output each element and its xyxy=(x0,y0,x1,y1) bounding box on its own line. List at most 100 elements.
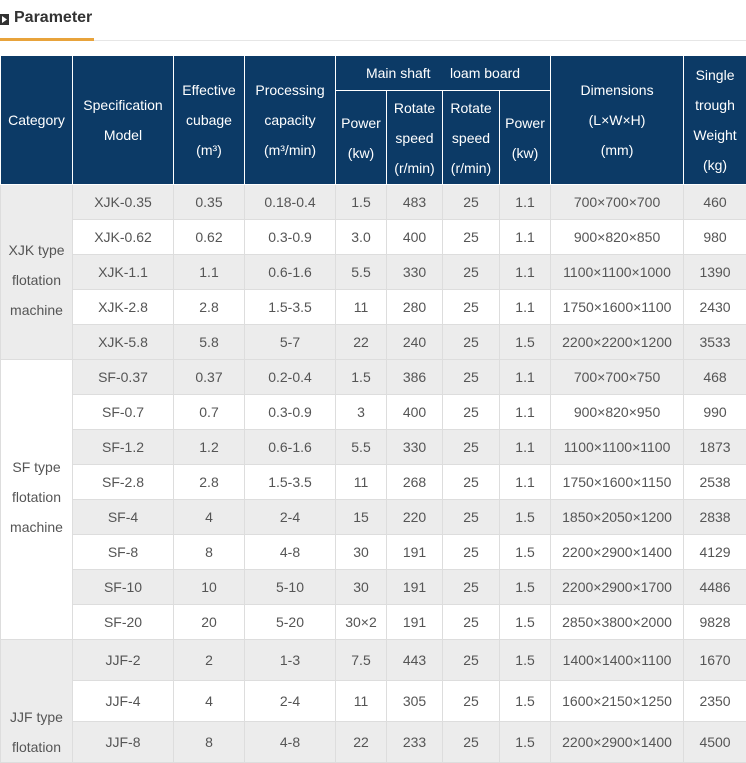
table-cell: 10 xyxy=(174,570,245,605)
table-cell: 25 xyxy=(443,430,500,465)
table-cell: 2838 xyxy=(684,500,746,535)
table-cell: 30 xyxy=(336,535,387,570)
table-cell: 700×700×750 xyxy=(551,360,684,395)
table-cell: 4486 xyxy=(684,570,746,605)
category-label: flotation xyxy=(1,482,72,512)
table-cell: 1.1 xyxy=(174,255,245,290)
section-title: Parameter xyxy=(14,9,92,27)
table-cell: 1600×2150×1250 xyxy=(551,681,684,722)
table-row: SF-10105-1030191251.52200×2900×17004486 xyxy=(1,570,746,605)
category-label: SF type xyxy=(1,452,72,482)
table-cell: 330 xyxy=(387,255,443,290)
table-cell: 1.1 xyxy=(500,465,551,500)
table-cell: 8 xyxy=(174,535,245,570)
table-row: SF-20205-2030×2191251.52850×3800×2000982… xyxy=(1,605,746,640)
table-cell: 11 xyxy=(336,465,387,500)
table-cell: 268 xyxy=(387,465,443,500)
table-cell: 1850×2050×1200 xyxy=(551,500,684,535)
table-cell: 700×700×700 xyxy=(551,185,684,220)
header-cubage: Effectivecubage(m³) xyxy=(174,56,245,185)
table-cell: 1390 xyxy=(684,255,746,290)
table-cell: 25 xyxy=(443,220,500,255)
header-category: Category xyxy=(1,56,73,185)
title-underline xyxy=(0,38,94,41)
table-row: SF-2.82.81.5-3.511268251.11750×1600×1150… xyxy=(1,465,746,500)
header-speed-board: Rotatespeed(r/min) xyxy=(443,91,500,185)
table-cell: 4-8 xyxy=(245,722,336,763)
table-row: XJK-1.11.10.6-1.65.5330251.11100×1100×10… xyxy=(1,255,746,290)
table-cell: 1100×1100×1000 xyxy=(551,255,684,290)
table-cell: 1670 xyxy=(684,640,746,681)
table-cell: 22 xyxy=(336,722,387,763)
table-cell: 1.5-3.5 xyxy=(245,290,336,325)
header-power-shaft: Power(kw) xyxy=(336,91,387,185)
table-cell: JJF-4 xyxy=(73,681,174,722)
table-cell: 191 xyxy=(387,570,443,605)
table-cell: 0.2-0.4 xyxy=(245,360,336,395)
table-cell: 900×820×850 xyxy=(551,220,684,255)
table-cell: 4-8 xyxy=(245,535,336,570)
table-row: SF-442-415220251.51850×2050×12002838 xyxy=(1,500,746,535)
table-cell: 8 xyxy=(174,722,245,763)
table-cell: 191 xyxy=(387,605,443,640)
table-cell: 2.8 xyxy=(174,290,245,325)
table-cell: 22 xyxy=(336,325,387,360)
table-cell: 1.5 xyxy=(500,570,551,605)
table-cell: 1.5 xyxy=(500,640,551,681)
table-cell: 0.3-0.9 xyxy=(245,395,336,430)
header-power-board: Power(kw) xyxy=(500,91,551,185)
table-cell: 191 xyxy=(387,535,443,570)
header-speed-shaft: Rotatespeed(r/min) xyxy=(387,91,443,185)
table-row: SF typeflotationmachineSF-0.370.370.2-0.… xyxy=(1,360,746,395)
table-cell: 443 xyxy=(387,640,443,681)
table-cell: 25 xyxy=(443,290,500,325)
table-row: SF-0.70.70.3-0.93400251.1900×820×950990 xyxy=(1,395,746,430)
table-row: JJF-442-411305251.51600×2150×12502350 xyxy=(1,681,746,722)
table-cell: SF-1.2 xyxy=(73,430,174,465)
table-cell: 4 xyxy=(174,500,245,535)
table-row: XJK-0.620.620.3-0.93.0400251.1900×820×85… xyxy=(1,220,746,255)
table-cell: 25 xyxy=(443,570,500,605)
table-cell: 1100×1100×1100 xyxy=(551,430,684,465)
table-row: SF-1.21.20.6-1.65.5330251.11100×1100×110… xyxy=(1,430,746,465)
table-cell: 15 xyxy=(336,500,387,535)
table-cell: SF-10 xyxy=(73,570,174,605)
table-cell: 1-3 xyxy=(245,640,336,681)
table-cell: 11 xyxy=(336,681,387,722)
table-cell: 1873 xyxy=(684,430,746,465)
header-dimensions: Dimensions(L×W×H)(mm) xyxy=(551,56,684,185)
table-cell: 1.5 xyxy=(500,722,551,763)
table-cell: 20 xyxy=(174,605,245,640)
table-cell: 2 xyxy=(174,640,245,681)
table-cell: 468 xyxy=(684,360,746,395)
table-cell: 460 xyxy=(684,185,746,220)
table-cell: 5-10 xyxy=(245,570,336,605)
table-cell: 483 xyxy=(387,185,443,220)
table-cell: 0.35 xyxy=(174,185,245,220)
table-cell: 220 xyxy=(387,500,443,535)
section-header: Parameter xyxy=(0,0,746,41)
table-cell: 9828 xyxy=(684,605,746,640)
table-cell: 0.7 xyxy=(174,395,245,430)
table-cell: 400 xyxy=(387,220,443,255)
table-cell: 1.1 xyxy=(500,220,551,255)
table-row: JJF-884-822233251.52200×2900×14004500 xyxy=(1,722,746,763)
table-cell: 2200×2900×1400 xyxy=(551,535,684,570)
table-cell: 3 xyxy=(336,395,387,430)
table-cell: SF-0.7 xyxy=(73,395,174,430)
table-row: XJK-2.82.81.5-3.511280251.11750×1600×110… xyxy=(1,290,746,325)
table-cell: 5.5 xyxy=(336,255,387,290)
table-cell: 30×2 xyxy=(336,605,387,640)
table-cell: 2.8 xyxy=(174,465,245,500)
category-cell: SF typeflotationmachine xyxy=(1,360,73,640)
category-label: flotation xyxy=(1,732,72,762)
category-label: machine xyxy=(1,512,72,542)
table-cell: 25 xyxy=(443,325,500,360)
table-cell: 5.8 xyxy=(174,325,245,360)
table-cell: SF-8 xyxy=(73,535,174,570)
category-label: flotation xyxy=(1,265,72,295)
table-cell: 1.1 xyxy=(500,290,551,325)
table-cell: 1.5 xyxy=(500,535,551,570)
table-cell: JJF-8 xyxy=(73,722,174,763)
table-cell: 0.6-1.6 xyxy=(245,430,336,465)
